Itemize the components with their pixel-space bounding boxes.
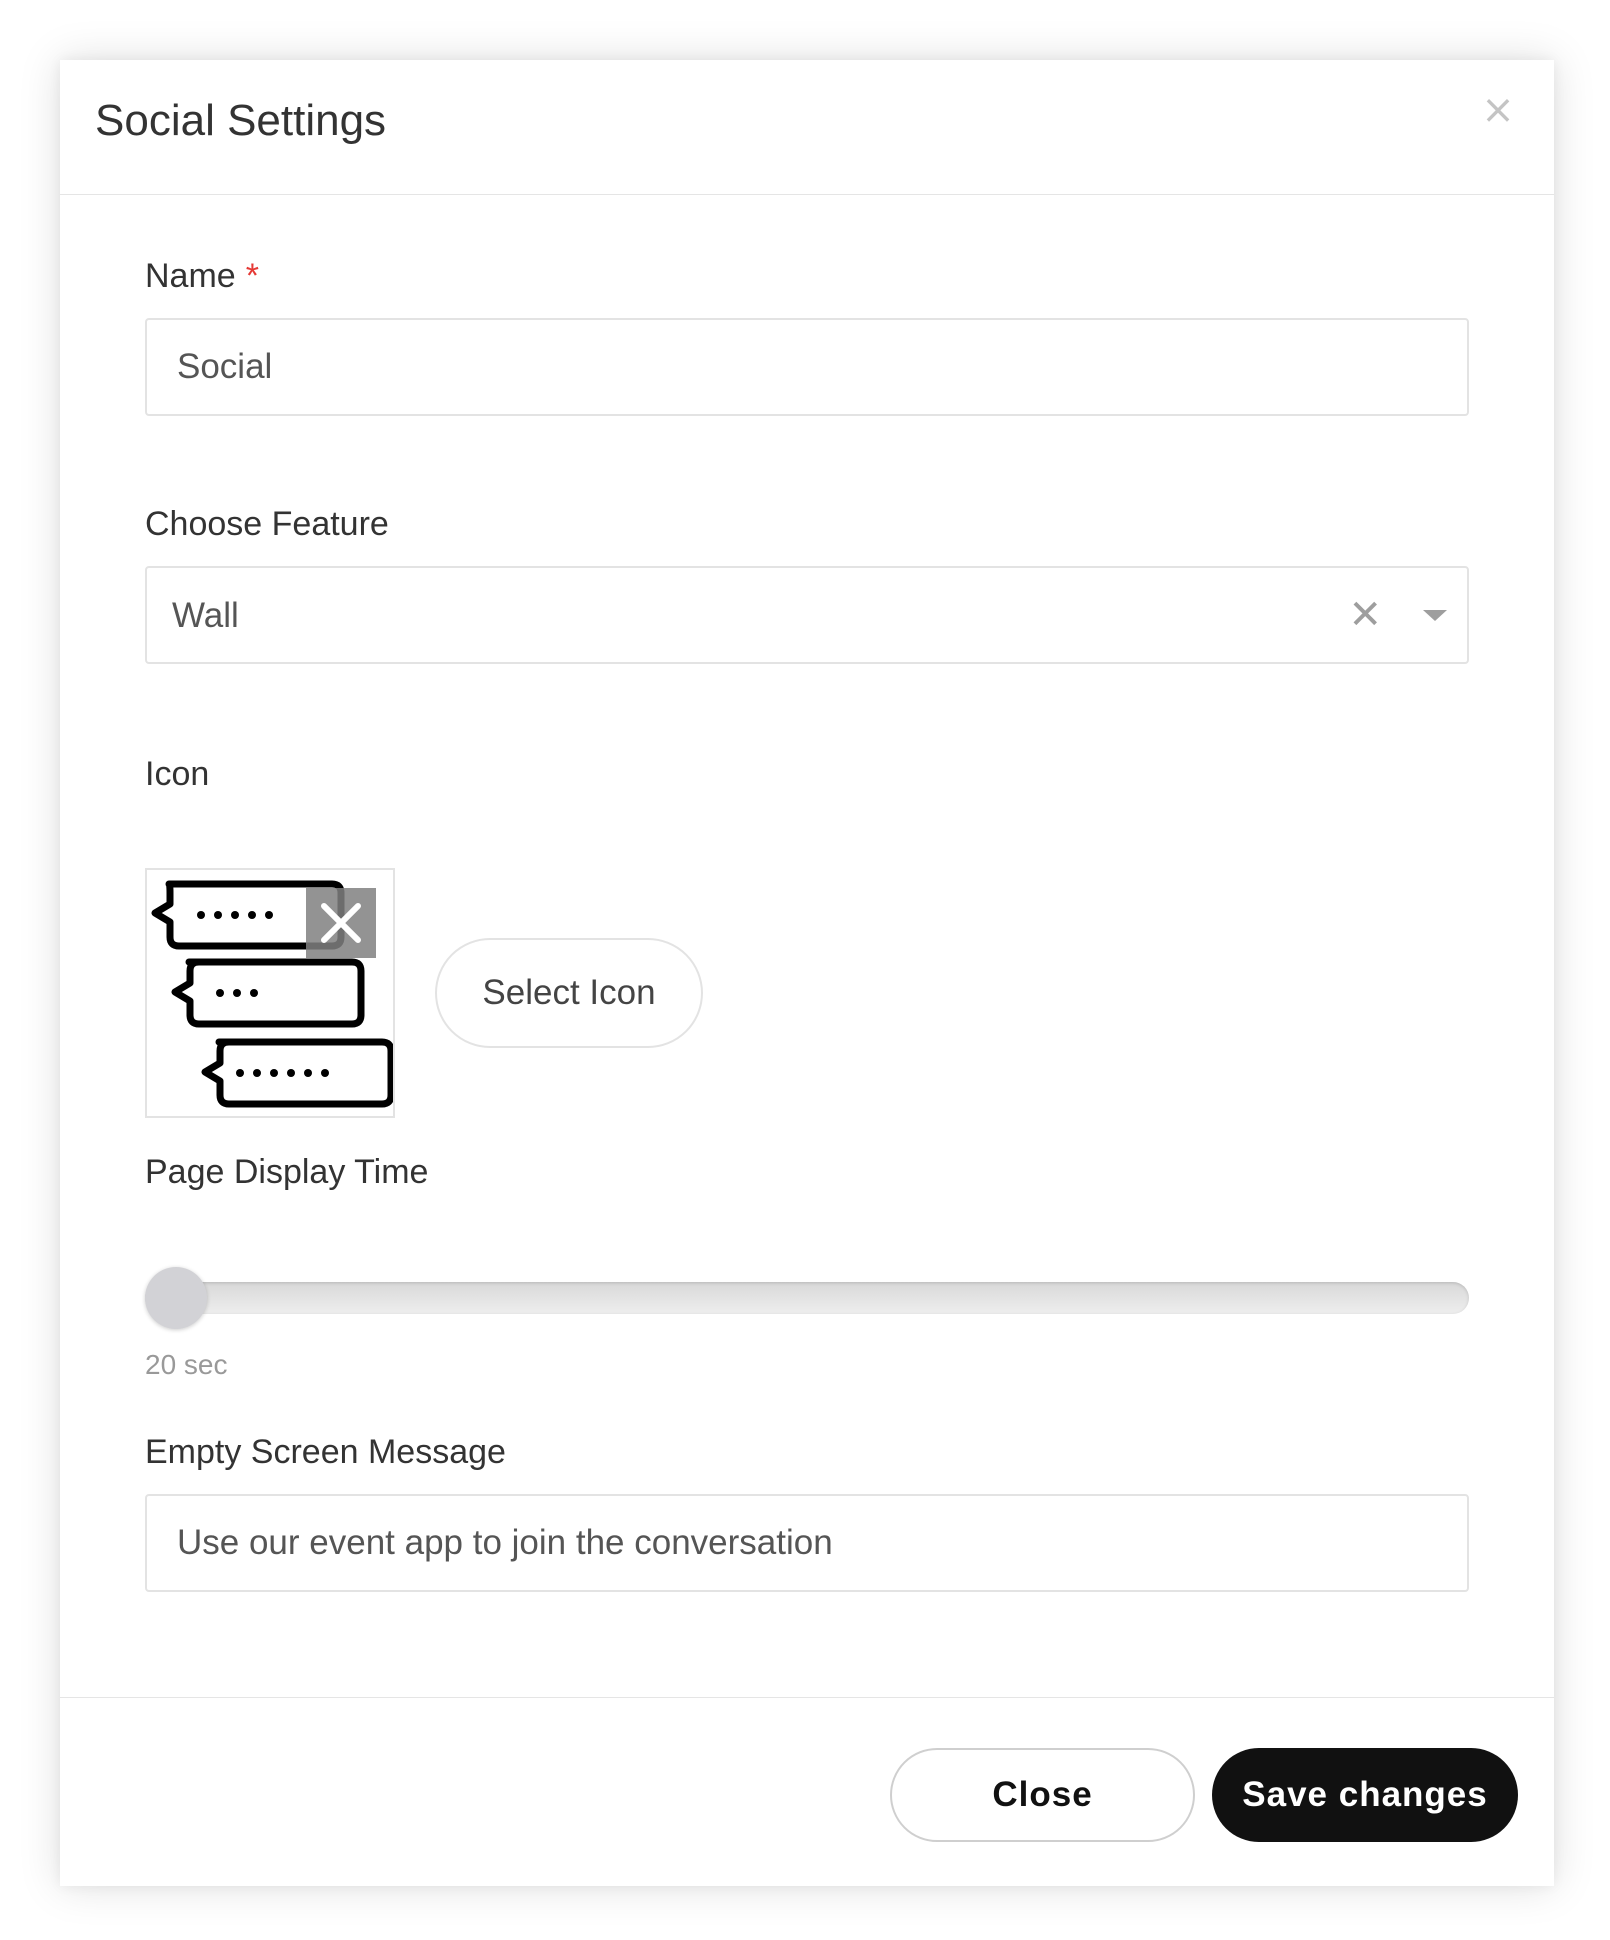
feature-select[interactable]: Wall ✕ — [145, 566, 1469, 664]
modal-title: Social Settings — [95, 96, 387, 145]
modal-footer: Close Save changes — [60, 1697, 1554, 1886]
close-icon: × — [1481, 87, 1515, 133]
empty-message-input[interactable] — [145, 1494, 1469, 1592]
select-icon-button[interactable]: Select Icon — [435, 938, 703, 1048]
remove-icon — [321, 903, 361, 943]
clear-selection-icon[interactable]: ✕ — [1348, 593, 1382, 637]
social-settings-modal: Social Settings × Name* Choose Feature W… — [60, 60, 1554, 1886]
remove-icon-button[interactable] — [306, 888, 376, 958]
name-input[interactable] — [145, 318, 1469, 416]
required-asterisk: * — [245, 257, 259, 295]
display-time-value: 20 sec — [145, 1349, 228, 1380]
name-label: Name * — [145, 256, 259, 296]
chevron-down-icon[interactable] — [1423, 610, 1447, 621]
modal-header: Social Settings × — [60, 60, 1554, 195]
icon-label: Icon — [145, 755, 210, 793]
feature-label: Choose Feature — [145, 505, 389, 543]
close-button[interactable]: Close — [890, 1748, 1195, 1842]
slider-thumb[interactable] — [145, 1267, 207, 1329]
display-time-label: Page Display Time — [145, 1153, 429, 1191]
icon-preview — [145, 868, 395, 1118]
display-time-slider[interactable] — [145, 1267, 1469, 1329]
modal-close-button[interactable]: × — [1478, 90, 1518, 130]
name-label-text: Name — [145, 257, 236, 295]
empty-message-label: Empty Screen Message — [145, 1433, 506, 1471]
feature-selected-value: Wall — [172, 596, 239, 635]
save-changes-button[interactable]: Save changes — [1212, 1748, 1518, 1842]
